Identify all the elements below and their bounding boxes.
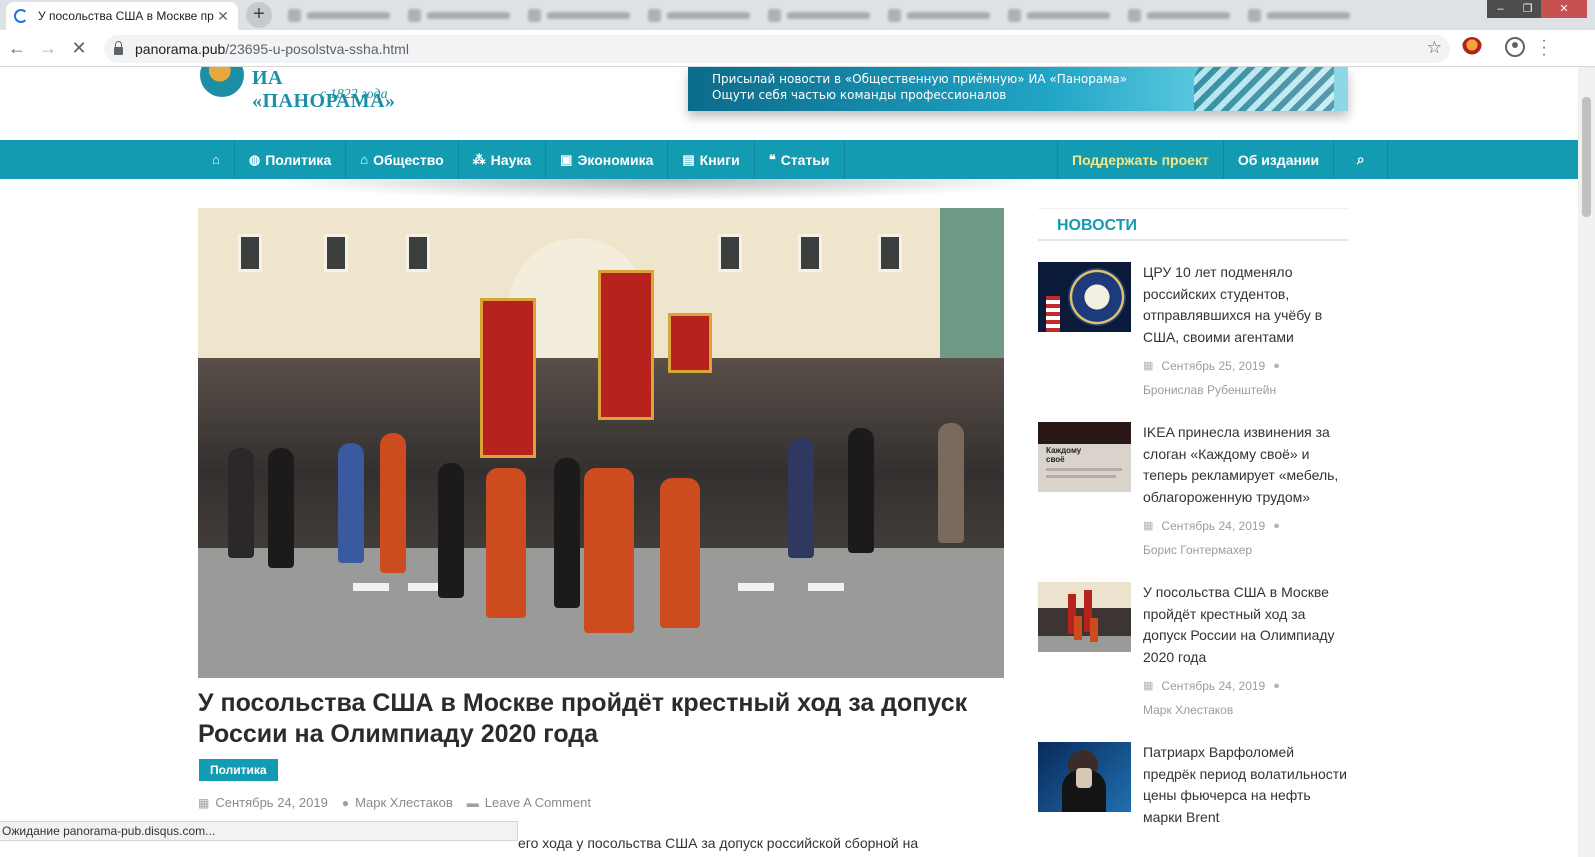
extension-icon[interactable] bbox=[1462, 37, 1482, 57]
user-icon: ● bbox=[1273, 520, 1280, 532]
browser-tab[interactable] bbox=[640, 2, 758, 28]
bookmark-star-icon[interactable]: ☆ bbox=[1427, 38, 1442, 58]
calendar-icon: ▦ bbox=[1143, 680, 1154, 692]
web-page: ИА «ПАНОРАМА» с 1822 года Присылай новос… bbox=[0, 67, 1578, 857]
globe-logo-icon bbox=[200, 67, 244, 97]
news-item-title[interactable]: ЦРУ 10 лет подменяло российских студенто… bbox=[1143, 262, 1349, 348]
sidebar-news-item[interactable]: ЦРУ 10 лет подменяло российских студенто… bbox=[1038, 262, 1349, 412]
news-item-title[interactable]: У посольства США в Москве пройдёт крестн… bbox=[1143, 582, 1349, 668]
calendar-icon: ▦ bbox=[1143, 360, 1154, 372]
sidebar-news-item[interactable]: У посольства США в Москве пройдёт крестн… bbox=[1038, 582, 1349, 732]
new-tab-button[interactable]: + bbox=[246, 2, 272, 28]
browser-tab-active[interactable]: У посольства США в Москве пр ✕ bbox=[6, 2, 238, 30]
scrollbar-thumb[interactable] bbox=[1582, 97, 1591, 217]
nav-articles[interactable]: ❝ Статьи bbox=[755, 140, 845, 179]
forward-icon[interactable]: → bbox=[37, 37, 59, 59]
nav-shadow bbox=[260, 179, 1060, 201]
article-author[interactable]: Марк Хлестаков bbox=[355, 795, 453, 810]
news-thumbnail[interactable]: Каждому своё bbox=[1038, 422, 1131, 492]
window-controls: – ❐ ✕ bbox=[1487, 0, 1587, 18]
article-body-text: его хода у посольства США за допуск росс… bbox=[518, 835, 919, 851]
background-tabs bbox=[280, 2, 1358, 28]
nav-society[interactable]: ⌂ Общество bbox=[346, 140, 459, 179]
browser-tab[interactable] bbox=[280, 2, 398, 28]
article-meta: ▦ Сентябрь 24, 2019 ● Марк Хлестаков ▬ Leav… bbox=[198, 795, 591, 810]
money-icon: ▣ bbox=[560, 151, 573, 167]
user-icon: ● bbox=[1273, 680, 1280, 692]
browser-tab[interactable] bbox=[1120, 2, 1238, 28]
quote-icon: ❝ bbox=[768, 151, 776, 167]
banner-illustration bbox=[1194, 67, 1334, 111]
tab-close-icon[interactable]: ✕ bbox=[216, 8, 230, 25]
address-bar[interactable]: panorama.pub/23695-u-posolstva-ssha.html… bbox=[104, 35, 1450, 63]
logo-since: с 1822 года bbox=[320, 87, 388, 102]
close-window-icon[interactable]: ✕ bbox=[1541, 0, 1587, 18]
comments-link[interactable]: Leave A Comment bbox=[485, 795, 591, 810]
minimize-icon[interactable]: – bbox=[1487, 0, 1514, 18]
menu-kebab-icon[interactable]: · · · bbox=[1541, 33, 1547, 63]
browser-tab[interactable] bbox=[400, 2, 518, 28]
browser-toolbar: ← → ✕ panorama.pub/23695-u-posolstva-ssh… bbox=[0, 30, 1595, 67]
sidebar-news-item[interactable]: Патриарх Варфоломей предрёк период волат… bbox=[1038, 742, 1349, 857]
lock-icon[interactable] bbox=[114, 41, 123, 55]
profile-icon[interactable] bbox=[1505, 37, 1525, 57]
site-logo[interactable]: ИА «ПАНОРАМА» с 1822 года bbox=[198, 67, 418, 112]
cubes-icon: ⁂ bbox=[472, 151, 486, 167]
news-item-meta: ▦ Сентябрь 24, 2019 ● Борис Гонтермахер bbox=[1143, 519, 1280, 557]
support-project-link[interactable]: Поддержать проект bbox=[1058, 140, 1224, 179]
back-icon[interactable]: ← bbox=[6, 37, 28, 59]
news-thumbnail[interactable] bbox=[1038, 582, 1131, 652]
user-icon: ● bbox=[1273, 360, 1280, 372]
stop-icon[interactable]: ✕ bbox=[68, 37, 90, 59]
article-hero-image bbox=[198, 208, 1004, 678]
nav-politics[interactable]: ◍ Политика bbox=[235, 140, 347, 179]
browser-tab[interactable] bbox=[520, 2, 638, 28]
tab-title: У посольства США в Москве пр bbox=[38, 9, 214, 23]
comment-icon: ▬ bbox=[466, 795, 479, 810]
calendar-icon: ▦ bbox=[1143, 520, 1154, 532]
book-icon: ▤ bbox=[682, 151, 695, 167]
bank-icon: ⌂ bbox=[360, 152, 369, 167]
banner-text: Присылай новости в «Общественную приёмну… bbox=[712, 72, 1127, 102]
loading-spinner-icon bbox=[14, 9, 28, 23]
news-item-title[interactable]: Патриарх Варфоломей предрёк период волат… bbox=[1143, 742, 1349, 828]
article-title: У посольства США в Москве пройдёт крестн… bbox=[198, 689, 968, 748]
home-icon: ⌂ bbox=[212, 152, 220, 167]
url-text: panorama.pub/23695-u-posolstva-ssha.html bbox=[135, 41, 409, 57]
browser-tab[interactable] bbox=[880, 2, 998, 28]
globe-icon: ◍ bbox=[248, 151, 261, 167]
nav-books[interactable]: ▤ Книги bbox=[668, 140, 755, 179]
browser-tab[interactable] bbox=[1240, 2, 1358, 28]
calendar-icon: ▦ bbox=[198, 795, 210, 810]
nav-economy[interactable]: ▣ Экономика bbox=[546, 140, 669, 179]
status-bar: Ожидание panorama-pub.disqus.com... bbox=[0, 821, 518, 841]
browser-tab[interactable] bbox=[760, 2, 878, 28]
browser-tab-strip: У посольства США в Москве пр ✕ + – ❐ ✕ bbox=[0, 0, 1595, 30]
sidebar-news-item[interactable]: Каждому своё IKEA принесла извинения за … bbox=[1038, 422, 1349, 572]
news-item-meta: ▦ Сентябрь 25, 2019 ● Бронислав Рубенштейн bbox=[1143, 359, 1280, 397]
article-date[interactable]: Сентябрь 24, 2019 bbox=[215, 795, 327, 810]
browser-tab[interactable] bbox=[1000, 2, 1118, 28]
news-sidebar: НОВОСТИ ЦРУ 10 лет подменяло российских … bbox=[1038, 208, 1349, 825]
news-thumbnail[interactable] bbox=[1038, 742, 1131, 812]
restore-icon[interactable]: ❐ bbox=[1514, 0, 1541, 18]
search-icon[interactable]: ⌕ bbox=[1334, 140, 1389, 179]
user-icon: ● bbox=[341, 795, 350, 810]
page-scrollbar[interactable] bbox=[1578, 67, 1595, 857]
nav-science[interactable]: ⁂ Наука bbox=[459, 140, 547, 179]
sidebar-title: НОВОСТИ bbox=[1038, 208, 1349, 241]
promo-banner[interactable]: Присылай новости в «Общественную приёмну… bbox=[688, 67, 1348, 111]
about-link[interactable]: Об издании bbox=[1224, 140, 1335, 179]
nav-home[interactable]: ⌂ bbox=[198, 140, 235, 179]
main-nav: ⌂ ◍ Политика ⌂ Общество ⁂ Наука ▣ Экономика … bbox=[0, 140, 1578, 179]
category-badge[interactable]: Политика bbox=[199, 759, 278, 781]
news-item-title[interactable]: IKEA принесла извинения за слоган «Каждо… bbox=[1143, 422, 1349, 508]
news-item-meta: ▦ Сентябрь 24, 2019 ● Марк Хлестаков bbox=[1143, 679, 1280, 717]
news-thumbnail[interactable] bbox=[1038, 262, 1131, 332]
